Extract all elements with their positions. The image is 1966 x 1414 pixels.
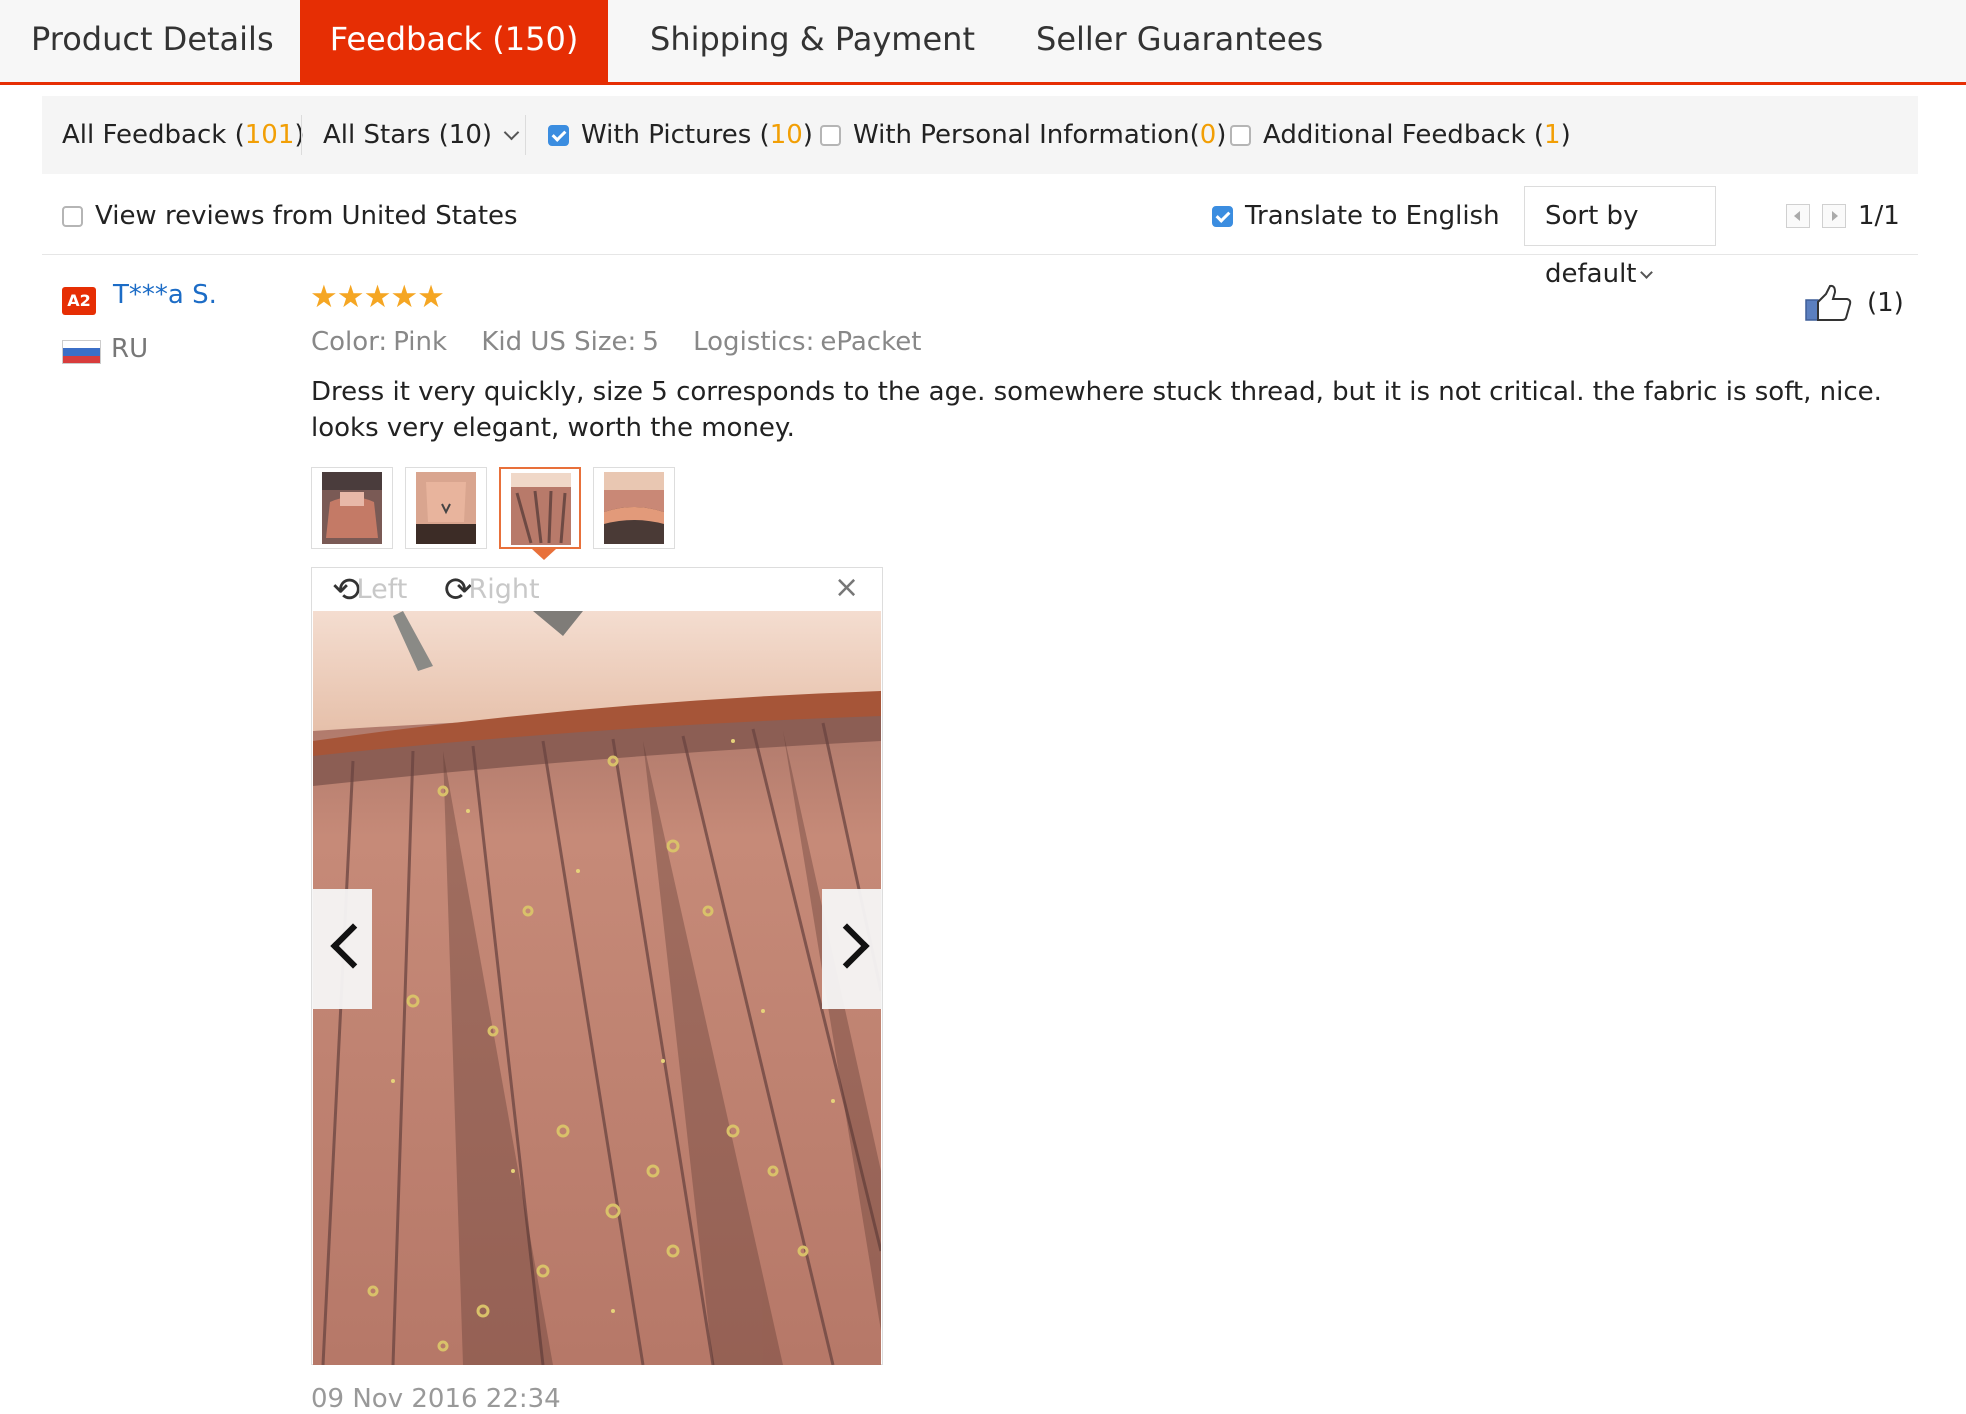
review-thumbnail[interactable]	[311, 467, 393, 549]
with-pictures-checkbox[interactable]	[548, 125, 569, 146]
filter-all-feedback[interactable]: All Feedback (101)	[62, 96, 305, 174]
photo-thumbnail-image	[511, 473, 571, 545]
next-page-button[interactable]	[1822, 204, 1846, 228]
filter-divider	[525, 115, 526, 155]
personal-information-checkbox[interactable]	[820, 125, 841, 146]
filter-with-pictures[interactable]: With Pictures (10)	[548, 96, 813, 174]
reviewer-country: RU	[111, 334, 149, 364]
russia-flag-icon	[62, 340, 101, 364]
reviewer-name[interactable]: T***a S.	[113, 280, 217, 310]
buyer-level-badge: A2	[62, 287, 96, 315]
filter-all-stars-label: All Stars (10)	[323, 120, 492, 150]
filter-personal-information[interactable]: With Personal Information(0)	[820, 96, 1226, 174]
filter-all-feedback-count: 101	[244, 120, 295, 150]
review-text: Dress it very quickly, size 5 correspond…	[311, 377, 1882, 443]
photo-viewer-toolbar: ⟲Left ⟳Right ×	[312, 568, 882, 610]
thumbs-up-icon	[1805, 284, 1852, 321]
additional-feedback-checkbox[interactable]	[1230, 125, 1251, 146]
tab-product-details[interactable]: Product Details	[31, 0, 274, 82]
chevron-down-icon	[503, 124, 520, 141]
attribute-label: Color:	[311, 327, 388, 357]
tab-shipping-payment[interactable]: Shipping & Payment	[650, 0, 975, 82]
page-indicator: 1/1	[1858, 201, 1900, 231]
rotate-right-label: Right	[468, 574, 540, 605]
filter-personal-information-label: With Personal Information	[853, 120, 1190, 150]
filter-divider	[301, 115, 302, 155]
review-thumbnail[interactable]	[593, 467, 675, 549]
filter-all-feedback-label: All Feedback	[62, 120, 227, 150]
view-us-reviews-option[interactable]: View reviews from United States	[62, 186, 518, 254]
chevron-right-icon	[824, 923, 870, 969]
chevron-down-icon	[1640, 266, 1654, 279]
previous-photo-button[interactable]	[312, 889, 376, 1009]
filter-all-stars-dropdown[interactable]: All Stars (10)	[323, 96, 520, 174]
helpful-button[interactable]	[1804, 284, 1852, 326]
arrow-right-icon	[1832, 211, 1838, 221]
photo-thumbnail-image	[416, 472, 476, 544]
tab-feedback[interactable]: Feedback (150)	[300, 0, 608, 82]
attribute-value: ePacket	[820, 327, 922, 357]
selected-thumbnail-pointer	[532, 549, 556, 560]
review-date: 09 Nov 2016 22:34	[311, 1384, 561, 1414]
review-attributes: Color: Pink Kid US Size: 5 Logistics: ePack…	[311, 327, 921, 357]
photo-thumbnail-image	[322, 472, 382, 544]
helpful-count: (1)	[1867, 288, 1904, 318]
close-icon[interactable]: ×	[834, 570, 859, 605]
view-us-reviews-label: View reviews from United States	[95, 201, 518, 231]
sort-dropdown-label: Sort by default	[1545, 201, 1639, 289]
feedback-options-row: View reviews from United States Translat…	[42, 186, 1918, 289]
tab-seller-guarantees[interactable]: Seller Guarantees	[1036, 0, 1323, 82]
filter-personal-information-count: 0	[1199, 120, 1217, 150]
translate-checkbox[interactable]	[1212, 206, 1233, 227]
filter-additional-feedback-label: Additional Feedback	[1263, 120, 1526, 150]
photo-thumbnail-image	[604, 472, 664, 544]
star-rating: ★★★★★	[310, 279, 445, 315]
feedback-filter-bar: All Feedback (101) All Stars (10) With P…	[42, 96, 1918, 174]
attribute-label: Logistics:	[693, 327, 815, 357]
rotate-right-button[interactable]: ⟳Right	[444, 570, 540, 610]
review-thumbnail[interactable]	[405, 467, 487, 549]
attribute-value: Pink	[393, 327, 448, 357]
previous-page-button[interactable]	[1786, 204, 1810, 228]
filter-additional-feedback[interactable]: Additional Feedback (1)	[1230, 96, 1571, 174]
review-thumbnail-selected[interactable]	[499, 467, 581, 549]
filter-with-pictures-count: 10	[769, 120, 803, 150]
arrow-left-icon	[1794, 211, 1800, 221]
photo-viewer: ⟲Left ⟳Right ×	[311, 567, 883, 1365]
tab-bar: Product Details Feedback (150) Shipping …	[0, 0, 1966, 85]
view-us-reviews-checkbox[interactable]	[62, 206, 83, 227]
translate-option[interactable]: Translate to English	[1212, 186, 1500, 254]
translate-label: Translate to English	[1245, 201, 1500, 231]
filter-additional-feedback-count: 1	[1544, 120, 1561, 150]
attribute-label: Kid US Size:	[481, 327, 637, 357]
review-photo	[313, 611, 881, 1365]
next-photo-button[interactable]	[822, 889, 882, 1009]
rotate-left-button[interactable]: ⟲Left	[332, 570, 407, 610]
attribute-value: 5	[642, 327, 659, 357]
chevron-left-icon	[330, 923, 376, 969]
sort-dropdown[interactable]: Sort by default	[1524, 186, 1716, 289]
filter-with-pictures-label: With Pictures	[581, 120, 752, 150]
rotate-left-label: Left	[356, 574, 408, 605]
